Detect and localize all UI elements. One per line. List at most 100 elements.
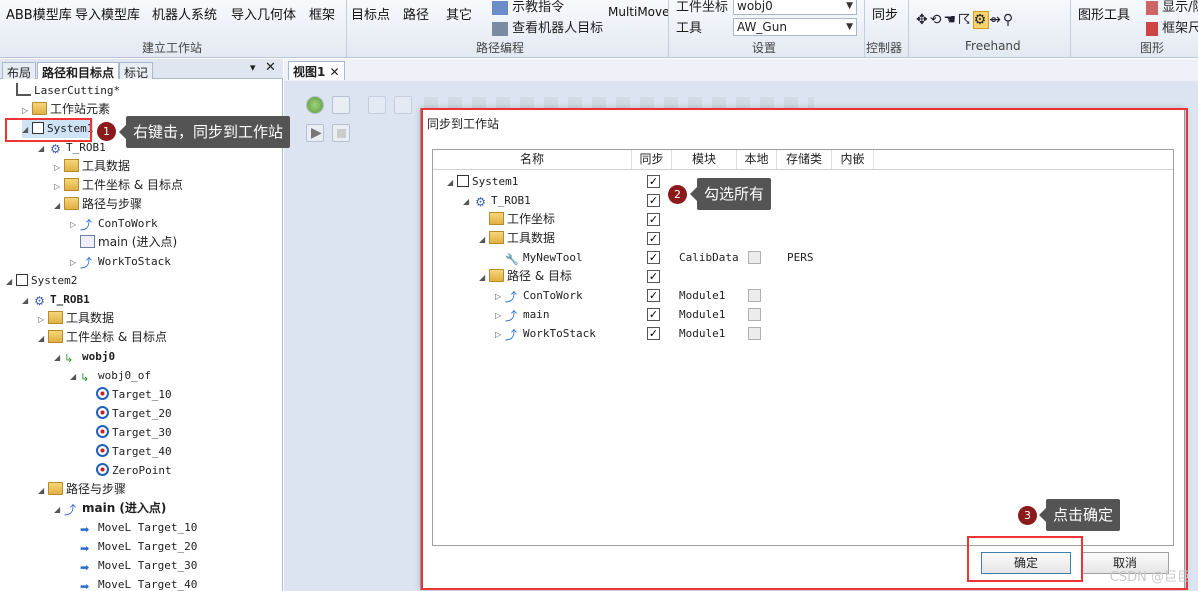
frame-button[interactable]: 框架 — [309, 4, 335, 23]
tab-tags[interactable]: 标记 — [119, 62, 154, 80]
expanded-icon[interactable]: ◢ — [54, 500, 64, 519]
graphics-tools-button[interactable]: 图形工具 — [1078, 4, 1130, 23]
collapsed-icon[interactable]: ▷ — [70, 253, 80, 272]
sync-button[interactable]: 同步 — [872, 4, 898, 23]
close-icon[interactable]: ✕ — [265, 60, 276, 75]
teach-instruction-button[interactable]: 示教指令 — [492, 0, 564, 15]
tree-item[interactable]: main (进入点) — [70, 233, 177, 252]
view-all-icon[interactable] — [306, 96, 324, 114]
tree-item[interactable]: ZeroPoint — [86, 461, 172, 480]
tree-item[interactable]: ▷ ⤴ WorkToStack — [70, 252, 171, 271]
tree-item-label: wobj0 — [82, 350, 116, 363]
ribbon-separator — [668, 0, 669, 57]
tree-item[interactable]: ◢ 工件坐标 & 目标点 — [38, 328, 167, 347]
collapsed-icon[interactable]: ▷ — [70, 215, 80, 234]
tree-item[interactable]: ➡ MoveL Target_20 — [70, 537, 197, 556]
expanded-icon[interactable]: ◢ — [6, 272, 16, 291]
robot-target-icon — [492, 21, 508, 36]
collapsed-icon[interactable]: ▷ — [38, 310, 48, 329]
expanded-icon[interactable]: ◢ — [54, 196, 64, 215]
jog-reorient-icon[interactable]: ⇴ — [989, 12, 1003, 28]
tree-item-label: ZeroPoint — [112, 464, 172, 477]
tree-item-label: 路径与步骤 — [66, 482, 127, 496]
ribbon-separator — [1070, 0, 1071, 57]
expanded-icon[interactable]: ◢ — [54, 348, 64, 367]
tree-item[interactable]: ◢ System2 — [6, 271, 77, 290]
teach-icon — [492, 0, 508, 15]
tree-item-label: 工件坐标 & 目标点 — [66, 330, 167, 344]
rotate-icon[interactable]: ⟲ — [930, 12, 944, 28]
stop-icon[interactable] — [332, 124, 350, 142]
panel-menu-icon[interactable]: ▾ — [250, 61, 256, 74]
selection-icon[interactable] — [368, 96, 386, 114]
ribbon: ABB模型库 导入模型库 机器人系统 导入几何体 框架 建立工作站 目标点 路径… — [0, 0, 1198, 58]
workobj-combo[interactable]: wobj0 ▼ — [733, 0, 857, 15]
watermark: CSDN @巨巨 — [1109, 570, 1190, 585]
import-geometry-button[interactable]: 导入几何体 — [231, 4, 296, 23]
target-icon — [96, 444, 109, 457]
tab-layout[interactable]: 布局 — [2, 62, 37, 80]
tool-value: AW_Gun — [737, 20, 787, 34]
tree-item-label: T_ROB1 — [50, 293, 90, 306]
tree-item[interactable]: ▷ 工具数据 — [54, 157, 130, 176]
jog-joint-icon[interactable]: ☈ — [958, 12, 973, 28]
step-badge-3: 3 — [1018, 506, 1037, 525]
close-icon[interactable]: ✕ — [330, 65, 340, 79]
hand-icon[interactable]: ☚ — [943, 12, 958, 28]
tree-item[interactable]: ◢ ↳ wobj0 — [54, 347, 115, 366]
expanded-icon[interactable]: ◢ — [38, 329, 48, 348]
tree-item[interactable]: ◢ ⤴ main (进入点) — [54, 499, 166, 518]
play-icon[interactable]: ▶ — [306, 124, 324, 142]
tree-item[interactable]: Target_20 — [86, 404, 172, 423]
expanded-icon[interactable]: ◢ — [70, 367, 80, 386]
expanded-icon[interactable]: ◢ — [38, 481, 48, 500]
tree-item[interactable]: ➡ MoveL Target_10 — [70, 518, 197, 537]
tree-item-label: Target_40 — [112, 445, 172, 458]
tree-item[interactable]: LaserCutting* — [6, 81, 120, 100]
tree-item-label: Target_30 — [112, 426, 172, 439]
freehand-tools[interactable]: ✥⟲☚☈⚙⇴⚲ — [916, 11, 1015, 29]
tree-item[interactable]: ➡ MoveL Target_30 — [70, 556, 197, 575]
tree-item[interactable]: ◢ 路径与步骤 — [38, 480, 126, 499]
teach-instruction-label: 示教指令 — [512, 0, 565, 15]
tab-paths-targets[interactable]: 路径和目标点 — [37, 62, 120, 80]
target-icon — [96, 463, 109, 476]
jog-linear-icon[interactable]: ⚙ — [972, 11, 990, 29]
collapsed-icon[interactable]: ▷ — [54, 177, 64, 196]
tree-item[interactable]: ◢ ↳ wobj0_of — [70, 366, 151, 385]
callout-3: 点击确定 — [1038, 499, 1121, 531]
zoom-fit-icon[interactable] — [332, 96, 350, 114]
expanded-icon[interactable]: ◢ — [22, 291, 32, 310]
other-button[interactable]: 其它 — [446, 4, 472, 23]
group-label-path-programming: 路径编程 — [476, 41, 525, 55]
tree-item[interactable]: Target_30 — [86, 423, 172, 442]
tree-item[interactable]: ◢ 路径与步骤 — [54, 195, 142, 214]
tree-item[interactable]: ▷ ⤴ ConToWork — [70, 214, 158, 233]
collapsed-icon[interactable]: ▷ — [54, 158, 64, 177]
tree-item[interactable]: ▷ 工件坐标 & 目标点 — [54, 176, 183, 195]
multimove-button[interactable]: MultiMove — [608, 5, 670, 19]
abb-library-button[interactable]: ABB模型库 — [6, 4, 72, 23]
frame-size-button[interactable]: 框架尺寸 — [1146, 17, 1198, 36]
tree-item[interactable]: ▷ 工作站元素 — [22, 100, 110, 119]
tab-view1[interactable]: 视图1 ✕ — [288, 61, 345, 80]
tree-item[interactable]: ▷ 工具数据 — [38, 309, 114, 328]
multi-robot-jog-icon[interactable]: ⚲ — [1003, 12, 1015, 28]
path-button[interactable]: 路径 — [403, 4, 429, 23]
snap-icon[interactable] — [394, 96, 412, 114]
tree-item[interactable]: Target_40 — [86, 442, 172, 461]
robot-system-button[interactable]: 机器人系统 — [152, 4, 217, 23]
view-tab-label: 视图1 — [293, 65, 326, 79]
target-icon — [96, 387, 109, 400]
target-button[interactable]: 目标点 — [351, 4, 390, 23]
view-robot-target-button[interactable]: 查看机器人目标 — [492, 17, 603, 36]
tree-item-label: System2 — [31, 274, 78, 287]
move-icon[interactable]: ✥ — [916, 12, 930, 28]
show-hide-button[interactable]: 显示/隐藏 — [1146, 0, 1198, 15]
folder-icon — [48, 482, 63, 495]
tree-item[interactable]: Target_10 — [86, 385, 172, 404]
tree-item[interactable]: ➡ MoveL Target_40 — [70, 575, 197, 591]
import-library-button[interactable]: 导入模型库 — [75, 4, 140, 23]
tree-item[interactable]: ◢ ⚙ T_ROB1 — [22, 290, 90, 309]
tool-combo[interactable]: AW_Gun ▼ — [733, 18, 857, 36]
